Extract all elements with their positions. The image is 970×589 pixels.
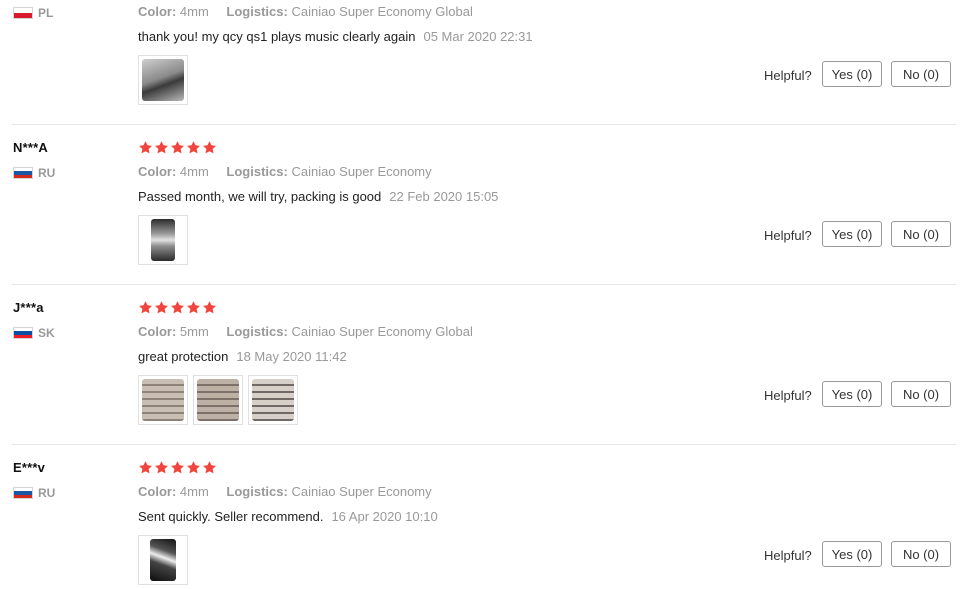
review-text: Sent quickly. Seller recommend. 16 Apr 20… bbox=[138, 509, 438, 524]
helpful-no-button[interactable]: No (0) bbox=[891, 61, 951, 87]
reviewer-name: E***v bbox=[13, 460, 46, 475]
review-photo-thumbnail[interactable] bbox=[138, 215, 188, 265]
helpful-label: Helpful? bbox=[764, 68, 812, 83]
country-code: RU bbox=[38, 166, 56, 180]
logistics-value: Cainiao Super Economy bbox=[291, 484, 432, 499]
earbud-photo-icon bbox=[142, 59, 184, 101]
product-photo-icon bbox=[252, 379, 294, 421]
review-photo-thumbnail[interactable] bbox=[193, 375, 243, 425]
review-meta: Color: 4mm Logistics: Cainiao Super Econ… bbox=[138, 484, 446, 499]
reviewer-name: N***A bbox=[13, 140, 48, 155]
review-body: great protection bbox=[138, 349, 229, 364]
country-code: RU bbox=[38, 486, 56, 500]
logistics-value: Cainiao Super Economy Global bbox=[291, 324, 473, 339]
product-photo-icon bbox=[197, 379, 239, 421]
logistics-label: Logistics: bbox=[226, 324, 288, 339]
product-photo-icon bbox=[142, 379, 184, 421]
star-icon bbox=[154, 460, 169, 475]
color-value: 4mm bbox=[179, 484, 209, 499]
pl-flag-icon bbox=[13, 7, 33, 19]
reviewer-country: RU bbox=[13, 166, 55, 180]
star-icon bbox=[138, 300, 153, 315]
color-label: Color: bbox=[138, 4, 177, 19]
star-icon bbox=[202, 140, 217, 155]
helpful-yes-button[interactable]: Yes (0) bbox=[822, 61, 882, 87]
review-date: 05 Mar 2020 22:31 bbox=[423, 29, 533, 44]
review-text: Passed month, we will try, packing is go… bbox=[138, 189, 498, 204]
color-label: Color: bbox=[138, 484, 177, 499]
color-value: 4mm bbox=[179, 164, 209, 179]
star-rating bbox=[138, 140, 217, 155]
package-photo-icon bbox=[150, 539, 176, 581]
logistics-label: Logistics: bbox=[226, 4, 288, 19]
ru-flag-icon bbox=[13, 487, 33, 499]
star-icon bbox=[170, 460, 185, 475]
color-value: 5mm bbox=[179, 324, 209, 339]
review-meta: Color: 4mm Logistics: Cainiao Super Econ… bbox=[138, 4, 487, 19]
review-photo-thumbnail[interactable] bbox=[248, 375, 298, 425]
review-photo-thumbnail[interactable] bbox=[138, 535, 188, 585]
star-icon bbox=[186, 300, 201, 315]
review-photos bbox=[138, 535, 188, 585]
helpful-label: Helpful? bbox=[764, 228, 812, 243]
star-icon bbox=[186, 140, 201, 155]
review-body: Passed month, we will try, packing is go… bbox=[138, 189, 382, 204]
logistics-value: Cainiao Super Economy Global bbox=[291, 4, 473, 19]
review-photo-thumbnail[interactable] bbox=[138, 55, 188, 105]
star-icon bbox=[202, 300, 217, 315]
reviewer-country: RU bbox=[13, 486, 55, 500]
logistics-value: Cainiao Super Economy bbox=[291, 164, 432, 179]
star-rating bbox=[138, 300, 217, 315]
review-date: 18 May 2020 11:42 bbox=[236, 349, 347, 364]
review-date: 16 Apr 2020 10:10 bbox=[331, 509, 438, 524]
country-code: SK bbox=[38, 326, 55, 340]
color-label: Color: bbox=[138, 324, 177, 339]
review-photos bbox=[138, 375, 298, 425]
star-icon bbox=[154, 140, 169, 155]
ru-flag-icon bbox=[13, 167, 33, 179]
review-body: Sent quickly. Seller recommend. bbox=[138, 509, 324, 524]
star-rating bbox=[138, 460, 217, 475]
color-label: Color: bbox=[138, 164, 177, 179]
star-icon bbox=[138, 460, 153, 475]
logistics-label: Logistics: bbox=[226, 484, 288, 499]
review-meta: Color: 4mm Logistics: Cainiao Super Econ… bbox=[138, 164, 446, 179]
review-date: 22 Feb 2020 15:05 bbox=[389, 189, 499, 204]
star-icon bbox=[138, 140, 153, 155]
star-icon bbox=[202, 460, 217, 475]
star-icon bbox=[154, 300, 169, 315]
review-text: great protection 18 May 2020 11:42 bbox=[138, 349, 347, 364]
helpful-yes-button[interactable]: Yes (0) bbox=[822, 541, 882, 567]
review-body: thank you! my qcy qs1 plays music clearl… bbox=[138, 29, 416, 44]
star-icon bbox=[170, 300, 185, 315]
country-code: PL bbox=[38, 6, 54, 20]
sk-flag-icon bbox=[13, 327, 33, 339]
reviewer-country: PL bbox=[13, 6, 53, 20]
review-divider bbox=[12, 444, 956, 445]
helpful-no-button[interactable]: No (0) bbox=[891, 221, 951, 247]
star-icon bbox=[170, 140, 185, 155]
package-photo-icon bbox=[151, 219, 175, 261]
review-photos bbox=[138, 55, 188, 105]
review-photos bbox=[138, 215, 188, 265]
helpful-label: Helpful? bbox=[764, 548, 812, 563]
helpful-yes-button[interactable]: Yes (0) bbox=[822, 381, 882, 407]
reviewer-country: SK bbox=[13, 326, 55, 340]
review-divider bbox=[12, 284, 956, 285]
color-value: 4mm bbox=[179, 4, 209, 19]
helpful-no-button[interactable]: No (0) bbox=[891, 381, 951, 407]
review-text: thank you! my qcy qs1 plays music clearl… bbox=[138, 29, 533, 44]
review-photo-thumbnail[interactable] bbox=[138, 375, 188, 425]
helpful-no-button[interactable]: No (0) bbox=[891, 541, 951, 567]
logistics-label: Logistics: bbox=[226, 164, 288, 179]
reviewer-name: J***a bbox=[13, 300, 44, 315]
helpful-label: Helpful? bbox=[764, 388, 812, 403]
helpful-yes-button[interactable]: Yes (0) bbox=[822, 221, 882, 247]
star-icon bbox=[186, 460, 201, 475]
review-divider bbox=[12, 124, 956, 125]
review-meta: Color: 5mm Logistics: Cainiao Super Econ… bbox=[138, 324, 487, 339]
